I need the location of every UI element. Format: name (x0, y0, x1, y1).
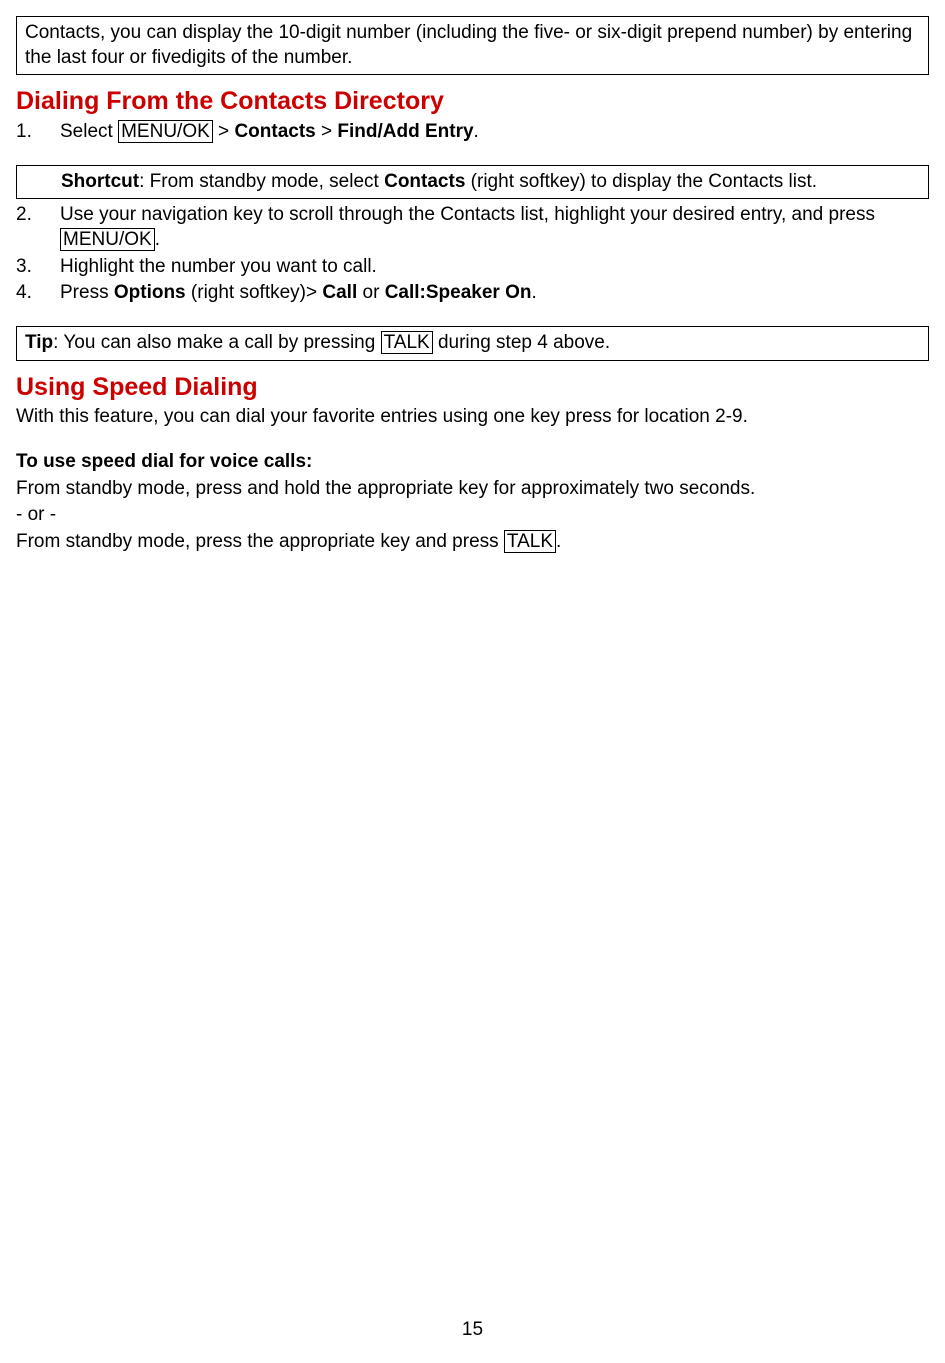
talk-key: TALK (504, 530, 556, 553)
shortcut-label: Shortcut (61, 171, 139, 192)
step-4: 4. Press Options (right softkey)> Call o… (16, 281, 929, 306)
tip-box: Tip: You can also make a call by pressin… (16, 326, 929, 361)
heading-dialing-contacts: Dialing From the Contacts Directory (16, 85, 929, 118)
step-text: Highlight the number you want to call. (60, 255, 929, 280)
speed-or: - or - (16, 503, 929, 528)
speed-intro: With this feature, you can dial your fav… (16, 405, 929, 430)
top-note-box: Contacts, you can display the 10-digit n… (16, 16, 929, 75)
step-number: 4. (16, 281, 60, 306)
step-text: Select MENU/OK > Contacts > Find/Add Ent… (60, 120, 929, 145)
step-1: 1. Select MENU/OK > Contacts > Find/Add … (16, 120, 929, 145)
heading-speed-dialing: Using Speed Dialing (16, 371, 929, 404)
tip-label: Tip (25, 332, 53, 353)
step-number: 3. (16, 255, 60, 280)
step-number: 1. (16, 120, 60, 145)
speed-subheading: To use speed dial for voice calls: (16, 450, 929, 475)
menu-ok-key: MENU/OK (60, 228, 155, 251)
page-number: 15 (0, 1318, 945, 1343)
step-text: Press Options (right softkey)> Call or C… (60, 281, 929, 306)
step-3: 3. Highlight the number you want to call… (16, 255, 929, 280)
menu-ok-key: MENU/OK (118, 120, 213, 143)
speed-line-2: From standby mode, press the appropriate… (16, 530, 929, 555)
top-note-text: Contacts, you can display the 10-digit n… (25, 22, 912, 68)
shortcut-box: Shortcut: From standby mode, select Cont… (16, 165, 929, 200)
step-text: Use your navigation key to scroll throug… (60, 203, 929, 252)
step-number: 2. (16, 203, 60, 252)
talk-key: TALK (381, 331, 433, 354)
step-2: 2. Use your navigation key to scroll thr… (16, 203, 929, 252)
speed-line-1: From standby mode, press and hold the ap… (16, 477, 929, 502)
